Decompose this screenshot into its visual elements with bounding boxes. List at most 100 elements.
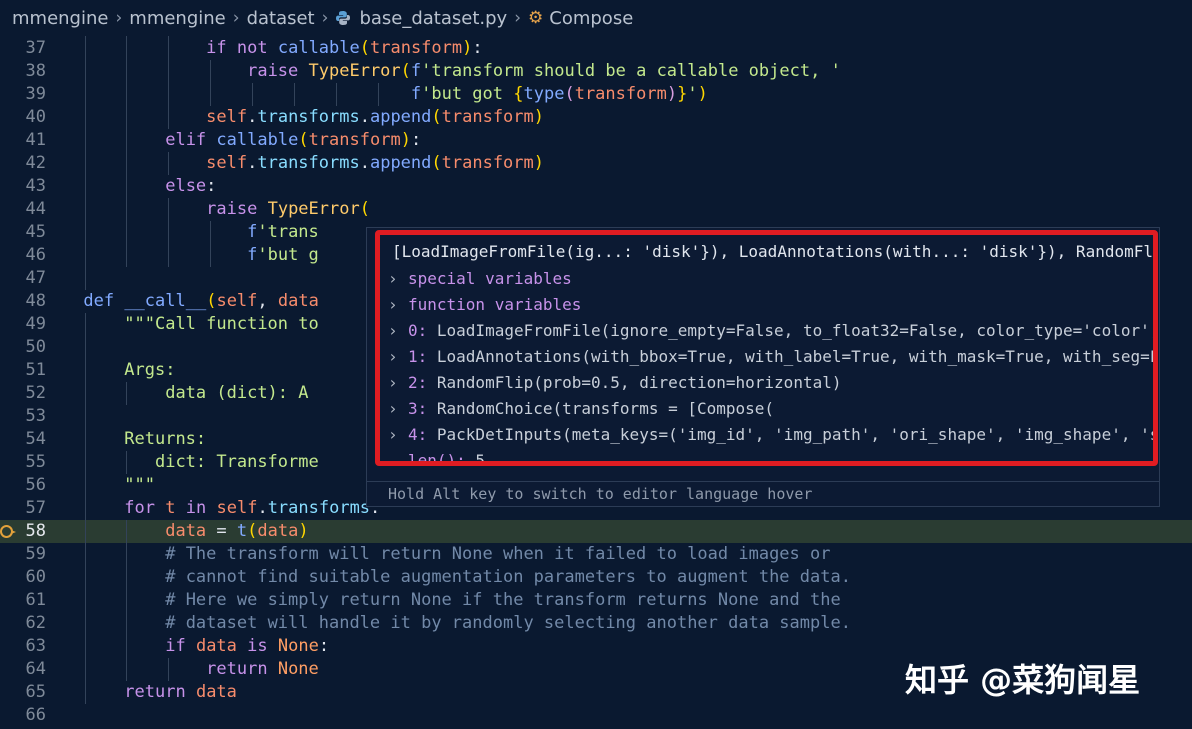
hover-variable-key: 4: bbox=[408, 425, 428, 444]
line-number: 57 bbox=[25, 498, 46, 518]
code-text: def __call__(self, data bbox=[83, 291, 319, 311]
code-text: # Here we simply return None if the tran… bbox=[165, 590, 841, 610]
code-text: raise TypeError( bbox=[206, 199, 370, 219]
chevron-right-icon: › bbox=[115, 8, 123, 28]
chevron-right-icon[interactable]: › bbox=[388, 266, 408, 292]
code-line[interactable]: 41 elif callable(transform): bbox=[0, 129, 1192, 152]
code-line[interactable]: 61 # Here we simply return None if the t… bbox=[0, 589, 1192, 612]
code-text: """ bbox=[42, 475, 155, 495]
line-number: 61 bbox=[25, 590, 46, 610]
code-text: data (dict): A bbox=[42, 383, 309, 403]
watermark: 知乎 @菜狗闻星 bbox=[905, 661, 1141, 699]
hover-variable-key: 0: bbox=[408, 321, 428, 340]
debug-hover-widget[interactable]: [LoadImageFromFile(ig...: 'disk'}), Load… bbox=[366, 227, 1160, 507]
hover-highlight-box: [LoadImageFromFile(ig...: 'disk'}), Load… bbox=[375, 230, 1158, 466]
line-number: 66 bbox=[25, 705, 46, 725]
hover-variable-key: 1: bbox=[408, 347, 428, 366]
line-number: 48 bbox=[25, 291, 46, 311]
line-number: 38 bbox=[25, 61, 46, 81]
line-number: 56 bbox=[25, 475, 46, 495]
code-text: f'trans bbox=[247, 222, 319, 242]
chevron-right-icon[interactable]: › bbox=[388, 344, 408, 370]
breadcrumb-item-dataset[interactable]: dataset bbox=[247, 8, 315, 29]
code-text: Args: bbox=[42, 360, 176, 380]
line-number: 60 bbox=[25, 567, 46, 587]
hover-variable-key: len(): bbox=[408, 451, 466, 466]
hover-variable-row[interactable]: › function variables bbox=[388, 292, 1153, 318]
python-file-icon bbox=[336, 11, 351, 25]
breadcrumb-item-mmengine-root[interactable]: mmengine bbox=[12, 8, 108, 29]
line-number: 47 bbox=[25, 268, 46, 288]
line-number: 64 bbox=[25, 659, 46, 679]
code-line[interactable]: 62 # dataset will handle it by randomly … bbox=[0, 612, 1192, 635]
chevron-right-icon[interactable]: › bbox=[388, 292, 408, 318]
line-number: 43 bbox=[25, 176, 46, 196]
code-text: elif callable(transform): bbox=[165, 130, 422, 150]
line-number: 55 bbox=[25, 452, 46, 472]
code-line[interactable]: 59 # The transform will return None when… bbox=[0, 543, 1192, 566]
indent-guide bbox=[85, 267, 86, 290]
line-number: 54 bbox=[25, 429, 46, 449]
chevron-right-icon[interactable]: › bbox=[388, 318, 408, 344]
hover-variable-key: 2: bbox=[408, 373, 428, 392]
chevron-right-icon: › bbox=[321, 8, 329, 28]
hover-value-summary: [LoadImageFromFile(ig...: 'disk'}), Load… bbox=[392, 242, 1152, 261]
code-text: if not callable(transform): bbox=[206, 38, 483, 58]
line-number: 62 bbox=[25, 613, 46, 633]
code-line[interactable]: 40 self.transforms.append(transform) bbox=[0, 106, 1192, 129]
line-number: 58 bbox=[25, 521, 46, 541]
chevron-right-icon[interactable]: › bbox=[388, 396, 408, 422]
hover-variable-value: LoadAnnotations(with_bbox=True, with_lab… bbox=[427, 347, 1158, 366]
hover-variable-row[interactable]: › 1: LoadAnnotations(with_bbox=True, with… bbox=[388, 344, 1158, 370]
hover-variable-row[interactable]: › 2: RandomFlip(prob=0.5, direction=horiz… bbox=[388, 370, 1153, 396]
indent-guide bbox=[85, 336, 86, 359]
hover-variable-group: special variables bbox=[408, 269, 572, 288]
code-text: if data is None: bbox=[165, 636, 330, 656]
line-number: 51 bbox=[25, 360, 46, 380]
chevron-right-icon: › bbox=[232, 8, 240, 28]
code-text: # cannot find suitable augmentation para… bbox=[165, 567, 851, 587]
hover-variable-group: function variables bbox=[408, 295, 582, 314]
hover-variable-value: PackDetInputs(meta_keys=('img_id', 'img_… bbox=[427, 425, 1158, 444]
line-number: 65 bbox=[25, 682, 46, 702]
hover-footer-hint: Hold Alt key to switch to editor languag… bbox=[367, 481, 1159, 507]
code-line[interactable]: 39 f'but got {type(transform)}') bbox=[0, 83, 1192, 106]
chevron-right-icon: › bbox=[514, 8, 522, 28]
chevron-right-icon[interactable]: › bbox=[388, 422, 408, 448]
code-text: data = t(data) bbox=[165, 521, 309, 541]
code-line[interactable]: 66 bbox=[0, 704, 1192, 727]
code-text: """Call function to bbox=[42, 314, 319, 334]
line-number: 50 bbox=[25, 337, 46, 357]
line-number: 49 bbox=[25, 314, 46, 334]
code-line[interactable]: 38 raise TypeError(f'transform should be… bbox=[0, 60, 1192, 83]
code-line-current[interactable]: 58 data = t(data) bbox=[0, 520, 1192, 543]
line-number: 41 bbox=[25, 130, 46, 150]
hover-variable-row[interactable]: › 3: RandomChoice(transforms = [Compose( bbox=[388, 396, 1153, 422]
breadcrumb: mmengine › mmengine › dataset › base_dat… bbox=[0, 0, 1192, 36]
hover-variable-row[interactable]: › 4: PackDetInputs(meta_keys=('img_id', '… bbox=[388, 422, 1158, 448]
hover-variable-row[interactable]: len(): 5 bbox=[388, 448, 1153, 466]
hover-variable-row[interactable]: › 0: LoadImageFromFile(ignore_empty=False… bbox=[388, 318, 1153, 344]
chevron-right-icon[interactable]: › bbox=[388, 370, 408, 396]
hover-variable-value: RandomChoice(transforms = [Compose( bbox=[427, 399, 775, 418]
code-line[interactable]: 37 if not callable(transform): bbox=[0, 37, 1192, 60]
code-line[interactable]: 60 # cannot find suitable augmentation p… bbox=[0, 566, 1192, 589]
code-text: else: bbox=[165, 176, 217, 196]
hover-variable-row[interactable]: › special variables bbox=[388, 266, 1153, 292]
line-number: 40 bbox=[25, 107, 46, 127]
code-line[interactable]: 43 else: bbox=[0, 175, 1192, 198]
line-number: 45 bbox=[25, 222, 46, 242]
breadcrumb-item-symbol[interactable]: Compose bbox=[549, 8, 633, 29]
hover-variable-key: 3: bbox=[408, 399, 428, 418]
hover-variable-value: RandomFlip(prob=0.5, direction=horizonta… bbox=[427, 373, 842, 392]
code-text: return None bbox=[206, 659, 319, 679]
code-text: f'but got {type(transform)}') bbox=[410, 84, 708, 104]
breadcrumb-item-file[interactable]: base_dataset.py bbox=[359, 8, 507, 29]
line-number: 37 bbox=[25, 38, 46, 58]
code-text: Returns: bbox=[42, 429, 207, 449]
line-number: 42 bbox=[25, 153, 46, 173]
code-line[interactable]: 42 self.transforms.append(transform) bbox=[0, 152, 1192, 175]
code-line[interactable]: 44 raise TypeError( bbox=[0, 198, 1192, 221]
line-number: 46 bbox=[25, 245, 46, 265]
breadcrumb-item-mmengine[interactable]: mmengine bbox=[129, 8, 225, 29]
